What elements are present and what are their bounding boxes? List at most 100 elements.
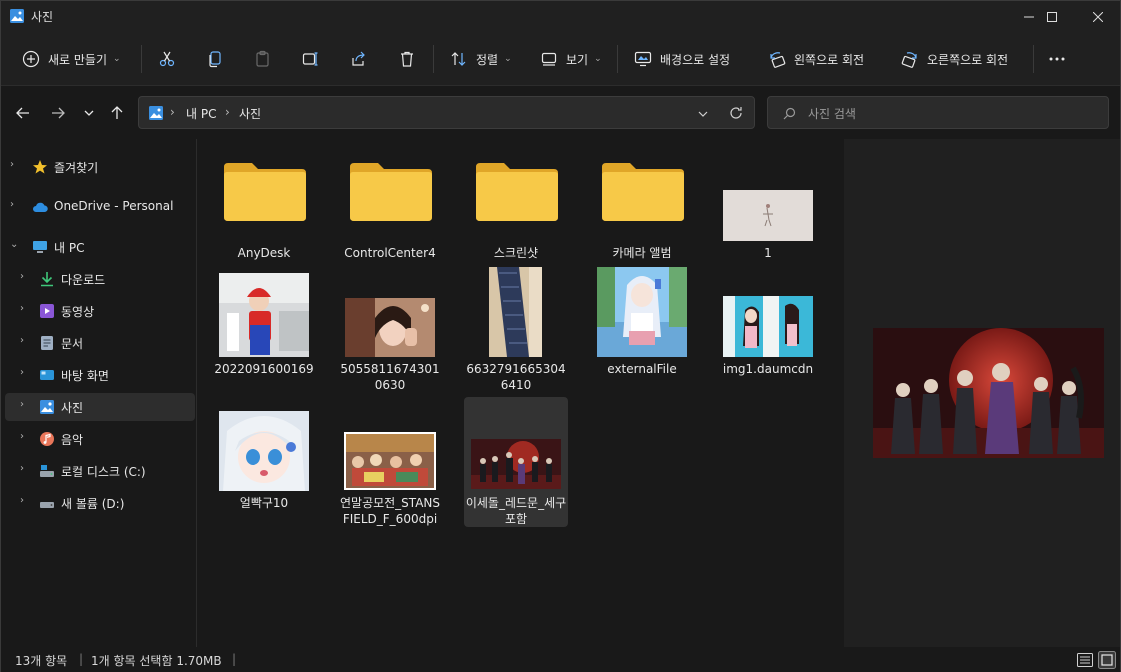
rotate-right-button[interactable]: 오른쪽으로 회전 <box>901 45 1008 73</box>
up-button[interactable] <box>107 103 127 123</box>
forward-button[interactable] <box>48 103 68 123</box>
rotate-left-button[interactable]: 왼쪽으로 회전 <box>768 45 864 73</box>
folder-item[interactable]: ControlCenter4 <box>338 147 442 265</box>
chevron-down-icon <box>84 110 94 116</box>
file-name: 얼빡구10 <box>239 496 289 510</box>
folder-item[interactable]: 스크린샷 <box>464 147 568 265</box>
image-item[interactable]: 66327916653046410 <box>464 267 568 395</box>
refresh-icon[interactable] <box>729 106 743 120</box>
sidebar-item-volume-d[interactable]: › 새 볼륨 (D:) <box>5 489 195 517</box>
folder-item[interactable]: 카메라 앨범 <box>590 147 694 265</box>
title-bar: 사진 <box>1 1 1120 32</box>
preview-image <box>873 328 1104 458</box>
share-button[interactable] <box>350 45 368 73</box>
delete-button[interactable] <box>398 45 416 73</box>
file-name: 1 <box>764 246 772 260</box>
rename-icon <box>302 52 318 66</box>
image-item[interactable]: 2022091600169 <box>212 269 316 389</box>
view-button[interactable]: 보기 ⌄ <box>540 45 602 73</box>
details-view-icon[interactable] <box>1076 651 1094 669</box>
download-icon <box>41 272 53 287</box>
image-thumbnail <box>345 298 435 357</box>
cut-button[interactable] <box>158 45 176 73</box>
sort-button[interactable]: 정렬 ⌄ <box>450 45 512 73</box>
image-item[interactable]: 얼빡구10 <box>212 397 316 517</box>
sidebar-item-label: 내 PC <box>54 241 85 255</box>
expand-chevron-icon[interactable]: › <box>20 399 24 410</box>
expand-chevron-icon[interactable]: › <box>10 159 14 170</box>
view-label: 보기 <box>566 52 589 67</box>
copy-button[interactable] <box>206 45 224 73</box>
address-history-chevron-icon[interactable] <box>698 109 708 119</box>
paste-button[interactable] <box>254 45 272 73</box>
image-thumbnail <box>344 432 436 490</box>
breadcrumb-pc[interactable]: 내 PC <box>186 105 216 122</box>
image-thumbnail <box>723 296 813 357</box>
scissors-icon <box>159 51 175 67</box>
rotate-right-label: 오른쪽으로 회전 <box>927 52 1009 67</box>
music-icon <box>40 432 54 446</box>
rename-button[interactable] <box>302 45 320 73</box>
sidebar-item-favorites[interactable]: › 즐겨찾기 <box>5 153 195 181</box>
sidebar-item-downloads[interactable]: › 다운로드 <box>5 265 195 293</box>
maximize-button[interactable] <box>1029 1 1075 32</box>
sidebar-item-label: 다운로드 <box>61 273 106 287</box>
desktop-icon <box>40 370 54 380</box>
file-name: 스크린샷 <box>493 246 539 260</box>
file-name: 카메라 앨범 <box>612 246 672 260</box>
file-name: img1.daumcdn <box>722 362 814 376</box>
rotate-left-icon <box>770 52 786 68</box>
sidebar-item-desktop[interactable]: › 바탕 화면 <box>5 361 195 389</box>
command-bar: 새로 만들기 ⌄ 정렬 ⌄ 보기 ⌄ 배경으로 설정 왼쪽으로 회전 오른쪽으로… <box>1 32 1120 86</box>
image-item[interactable]: 연말공모전_STANSFIELD_F_600dpi <box>338 397 442 541</box>
expand-chevron-icon[interactable]: › <box>20 431 24 442</box>
new-button[interactable]: 새로 만들기 ⌄ <box>22 45 121 73</box>
image-item[interactable]: 1 <box>716 147 820 265</box>
expand-chevron-icon[interactable]: › <box>20 271 24 282</box>
recent-locations-button[interactable] <box>79 103 99 123</box>
toolbar-divider <box>141 45 142 73</box>
image-thumbnail <box>471 439 561 489</box>
file-name: 2022091600169 <box>214 362 314 376</box>
folder-item[interactable]: AnyDesk <box>212 147 316 265</box>
sidebar-item-pictures[interactable]: › 사진 <box>5 393 195 421</box>
expand-chevron-icon[interactable]: › <box>20 495 24 506</box>
expand-chevron-icon[interactable]: › <box>20 335 24 346</box>
image-item[interactable]: 50558116743010630 <box>338 269 442 395</box>
sidebar-item-label: 음악 <box>61 433 84 447</box>
sort-label: 정렬 <box>476 52 499 67</box>
drive-icon <box>40 502 54 508</box>
expand-chevron-icon[interactable]: › <box>20 463 24 474</box>
sidebar-item-music[interactable]: › 음악 <box>5 425 195 453</box>
sidebar-item-label: OneDrive - Personal <box>54 199 174 213</box>
address-bar[interactable]: › 내 PC › 사진 <box>138 96 755 129</box>
set-background-button[interactable]: 배경으로 설정 <box>634 45 730 73</box>
back-button[interactable] <box>13 103 33 123</box>
folder-icon <box>350 163 432 221</box>
expand-chevron-icon[interactable]: › <box>10 199 14 210</box>
sidebar-item-documents[interactable]: › 문서 <box>5 329 195 357</box>
window-title: 사진 <box>31 10 54 24</box>
rotate-right-icon <box>901 52 917 68</box>
expand-chevron-icon[interactable]: › <box>20 367 24 378</box>
close-button[interactable] <box>1075 1 1121 32</box>
expand-chevron-icon[interactable]: › <box>20 303 24 314</box>
sidebar-item-local-disk-c[interactable]: › 로컬 디스크 (C:) <box>5 457 195 485</box>
image-item-selected[interactable]: 이세돌_레드문_세구포함 <box>464 397 568 527</box>
sidebar-item-onedrive[interactable]: › OneDrive - Personal <box>5 193 195 221</box>
desktop-background-icon <box>634 51 652 67</box>
search-icon <box>783 107 796 120</box>
large-icons-view-icon[interactable] <box>1098 651 1116 669</box>
file-name: 연말공모전_STANSFIELD_F_600dpi <box>339 496 441 526</box>
breadcrumb-pictures[interactable]: 사진 <box>239 105 261 122</box>
sidebar-item-videos[interactable]: › 동영상 <box>5 297 195 325</box>
image-item[interactable]: externalFile <box>590 267 694 389</box>
image-item[interactable]: img1.daumcdn <box>716 269 820 389</box>
more-options-button[interactable] <box>1048 45 1066 73</box>
more-icon <box>1049 57 1065 61</box>
collapse-chevron-icon[interactable]: ⌄ <box>10 239 18 250</box>
search-box[interactable]: 사진 검색 <box>767 96 1109 129</box>
arrow-right-icon <box>52 107 65 119</box>
sidebar-item-this-pc[interactable]: ⌄ 내 PC <box>5 233 195 261</box>
folder-icon <box>224 163 306 221</box>
